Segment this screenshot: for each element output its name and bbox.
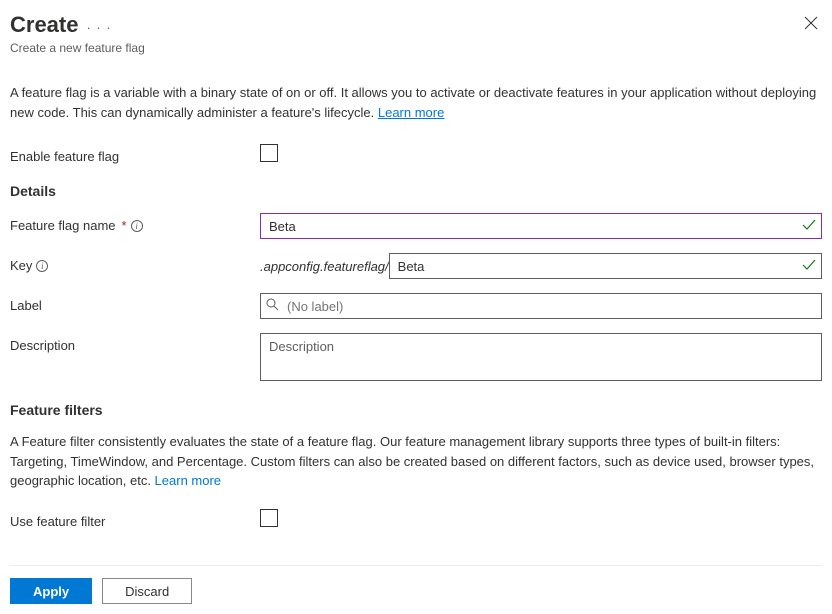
key-prefix: .appconfig.featureflag/ — [260, 259, 389, 274]
intro-learn-more-link[interactable]: Learn more — [378, 105, 444, 120]
info-icon[interactable]: i — [131, 220, 143, 232]
page-subtitle: Create a new feature flag — [10, 41, 822, 55]
check-icon — [802, 258, 816, 274]
enable-label: Enable feature flag — [10, 144, 260, 164]
filters-body: A Feature filter consistently evaluates … — [10, 434, 814, 488]
page-title: Create — [10, 12, 78, 38]
filters-description: A Feature filter consistently evaluates … — [10, 432, 822, 491]
description-textarea[interactable] — [260, 333, 822, 381]
required-asterisk: * — [122, 218, 127, 233]
feature-name-label: Feature flag name — [10, 218, 116, 233]
discard-button[interactable]: Discard — [102, 578, 192, 604]
label-input[interactable] — [260, 293, 822, 319]
details-heading: Details — [10, 183, 822, 199]
more-menu-icon[interactable]: · · · — [86, 16, 111, 35]
key-input[interactable] — [389, 253, 822, 279]
description-label: Description — [10, 333, 260, 353]
feature-name-input[interactable] — [260, 213, 822, 239]
use-filter-label: Use feature filter — [10, 509, 260, 529]
footer: Apply Discard — [10, 565, 822, 604]
close-icon — [804, 16, 818, 30]
filters-learn-more-link[interactable]: Learn more — [155, 473, 221, 488]
info-icon[interactable]: i — [36, 260, 48, 272]
label-field-label: Label — [10, 293, 260, 313]
intro-text: A feature flag is a variable with a bina… — [10, 83, 822, 122]
filters-heading: Feature filters — [10, 402, 822, 418]
close-button[interactable] — [800, 12, 822, 39]
check-icon — [802, 218, 816, 234]
search-icon — [266, 298, 279, 314]
enable-checkbox[interactable] — [260, 144, 278, 162]
use-filter-checkbox[interactable] — [260, 509, 278, 527]
apply-button[interactable]: Apply — [10, 578, 92, 604]
key-label: Key — [10, 258, 32, 273]
